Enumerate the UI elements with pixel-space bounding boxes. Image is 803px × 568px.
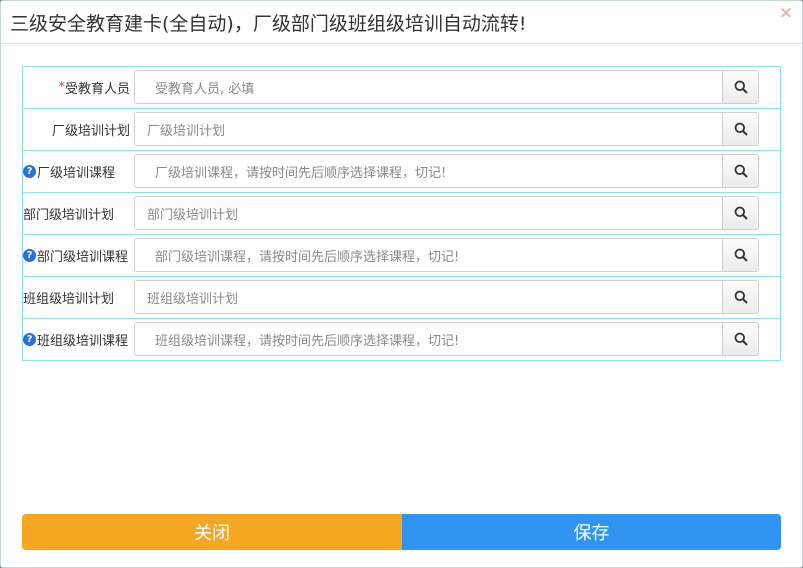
field-label: ? 部门级培训课程	[23, 235, 134, 276]
field-label: * 受教育人员	[23, 67, 134, 108]
label-text: 班组级培训计划	[23, 292, 115, 307]
factory-plan-input[interactable]: 厂级培训计划	[134, 112, 722, 146]
search-button[interactable]	[722, 238, 759, 272]
input-group: 部门级培训课程，请按时间先后顺序选择课程，切记!	[134, 238, 759, 272]
dialog-header: 三级安全教育建卡(全自动)，厂级部门级班组级培训自动流转! ×	[1, 1, 802, 44]
form-row-dept-course: ? 部门级培训课程 部门级培训课程，请按时间先后顺序选择课程，切记!	[23, 235, 780, 277]
field-label: 班组级培训计划	[23, 277, 134, 318]
search-icon	[734, 290, 748, 304]
trainee-input[interactable]: 受教育人员, 必填	[134, 70, 722, 104]
form-table: * 受教育人员 受教育人员, 必填 厂级培训计划 厂级培训计划 ? 厂级培训课程…	[22, 66, 781, 361]
field-label: ? 厂级培训课程	[23, 151, 134, 192]
label-text: 厂级培训计划	[51, 124, 130, 139]
input-group: 班组级培训计划	[134, 280, 759, 314]
form-row-team-plan: 班组级培训计划 班组级培训计划	[23, 277, 780, 319]
form-row-dept-plan: 部门级培训计划 部门级培训计划	[23, 193, 780, 235]
label-text: 部门级培训计划	[23, 208, 115, 223]
search-button[interactable]	[722, 280, 759, 314]
team-plan-input[interactable]: 班组级培训计划	[134, 280, 722, 314]
dept-course-input[interactable]: 部门级培训课程，请按时间先后顺序选择课程，切记!	[134, 238, 722, 272]
help-icon[interactable]: ?	[23, 249, 36, 262]
search-icon	[734, 332, 748, 346]
search-button[interactable]	[722, 70, 759, 104]
search-icon	[734, 248, 748, 262]
search-icon	[734, 164, 748, 178]
form-row-team-course: ? 班组级培训课程 班组级培训课程，请按时间先后顺序选择课程，切记!	[23, 319, 780, 361]
help-icon[interactable]: ?	[23, 333, 36, 346]
input-group: 厂级培训计划	[134, 112, 759, 146]
input-group: 班组级培训课程，请按时间先后顺序选择课程，切记!	[134, 322, 759, 356]
search-button[interactable]	[722, 322, 759, 356]
dialog-title: 三级安全教育建卡(全自动)，厂级部门级班组级培训自动流转!	[10, 13, 527, 35]
dialog: 三级安全教育建卡(全自动)，厂级部门级班组级培训自动流转! × * 受教育人员 受…	[0, 0, 803, 568]
factory-course-input[interactable]: 厂级培训课程，请按时间先后顺序选择课程，切记!	[134, 154, 722, 188]
label-text: 厂级培训课程	[37, 166, 116, 181]
search-button[interactable]	[722, 196, 759, 230]
label-text: 受教育人员	[64, 82, 130, 97]
search-icon	[734, 122, 748, 136]
team-course-input[interactable]: 班组级培训课程，请按时间先后顺序选择课程，切记!	[134, 322, 722, 356]
dept-plan-input[interactable]: 部门级培训计划	[134, 196, 722, 230]
help-icon[interactable]: ?	[23, 165, 36, 178]
close-button[interactable]: 关闭	[22, 514, 402, 550]
search-icon	[734, 206, 748, 220]
form-row-trainee: * 受教育人员 受教育人员, 必填	[23, 67, 780, 109]
form-row-factory-plan: 厂级培训计划 厂级培训计划	[23, 109, 780, 151]
input-group: 厂级培训课程，请按时间先后顺序选择课程，切记!	[134, 154, 759, 188]
label-text: 部门级培训课程	[37, 250, 129, 265]
close-icon[interactable]: ×	[779, 5, 793, 22]
form-row-factory-course: ? 厂级培训课程 厂级培训课程，请按时间先后顺序选择课程，切记!	[23, 151, 780, 193]
search-button[interactable]	[722, 112, 759, 146]
search-button[interactable]	[722, 154, 759, 188]
field-label: 部门级培训计划	[23, 193, 134, 234]
label-text: 班组级培训课程	[37, 334, 129, 349]
search-icon	[734, 80, 748, 94]
field-label: 厂级培训计划	[23, 109, 134, 150]
input-group: 受教育人员, 必填	[134, 70, 759, 104]
field-label: ? 班组级培训课程	[23, 319, 134, 360]
save-button[interactable]: 保存	[402, 514, 781, 550]
input-group: 部门级培训计划	[134, 196, 759, 230]
